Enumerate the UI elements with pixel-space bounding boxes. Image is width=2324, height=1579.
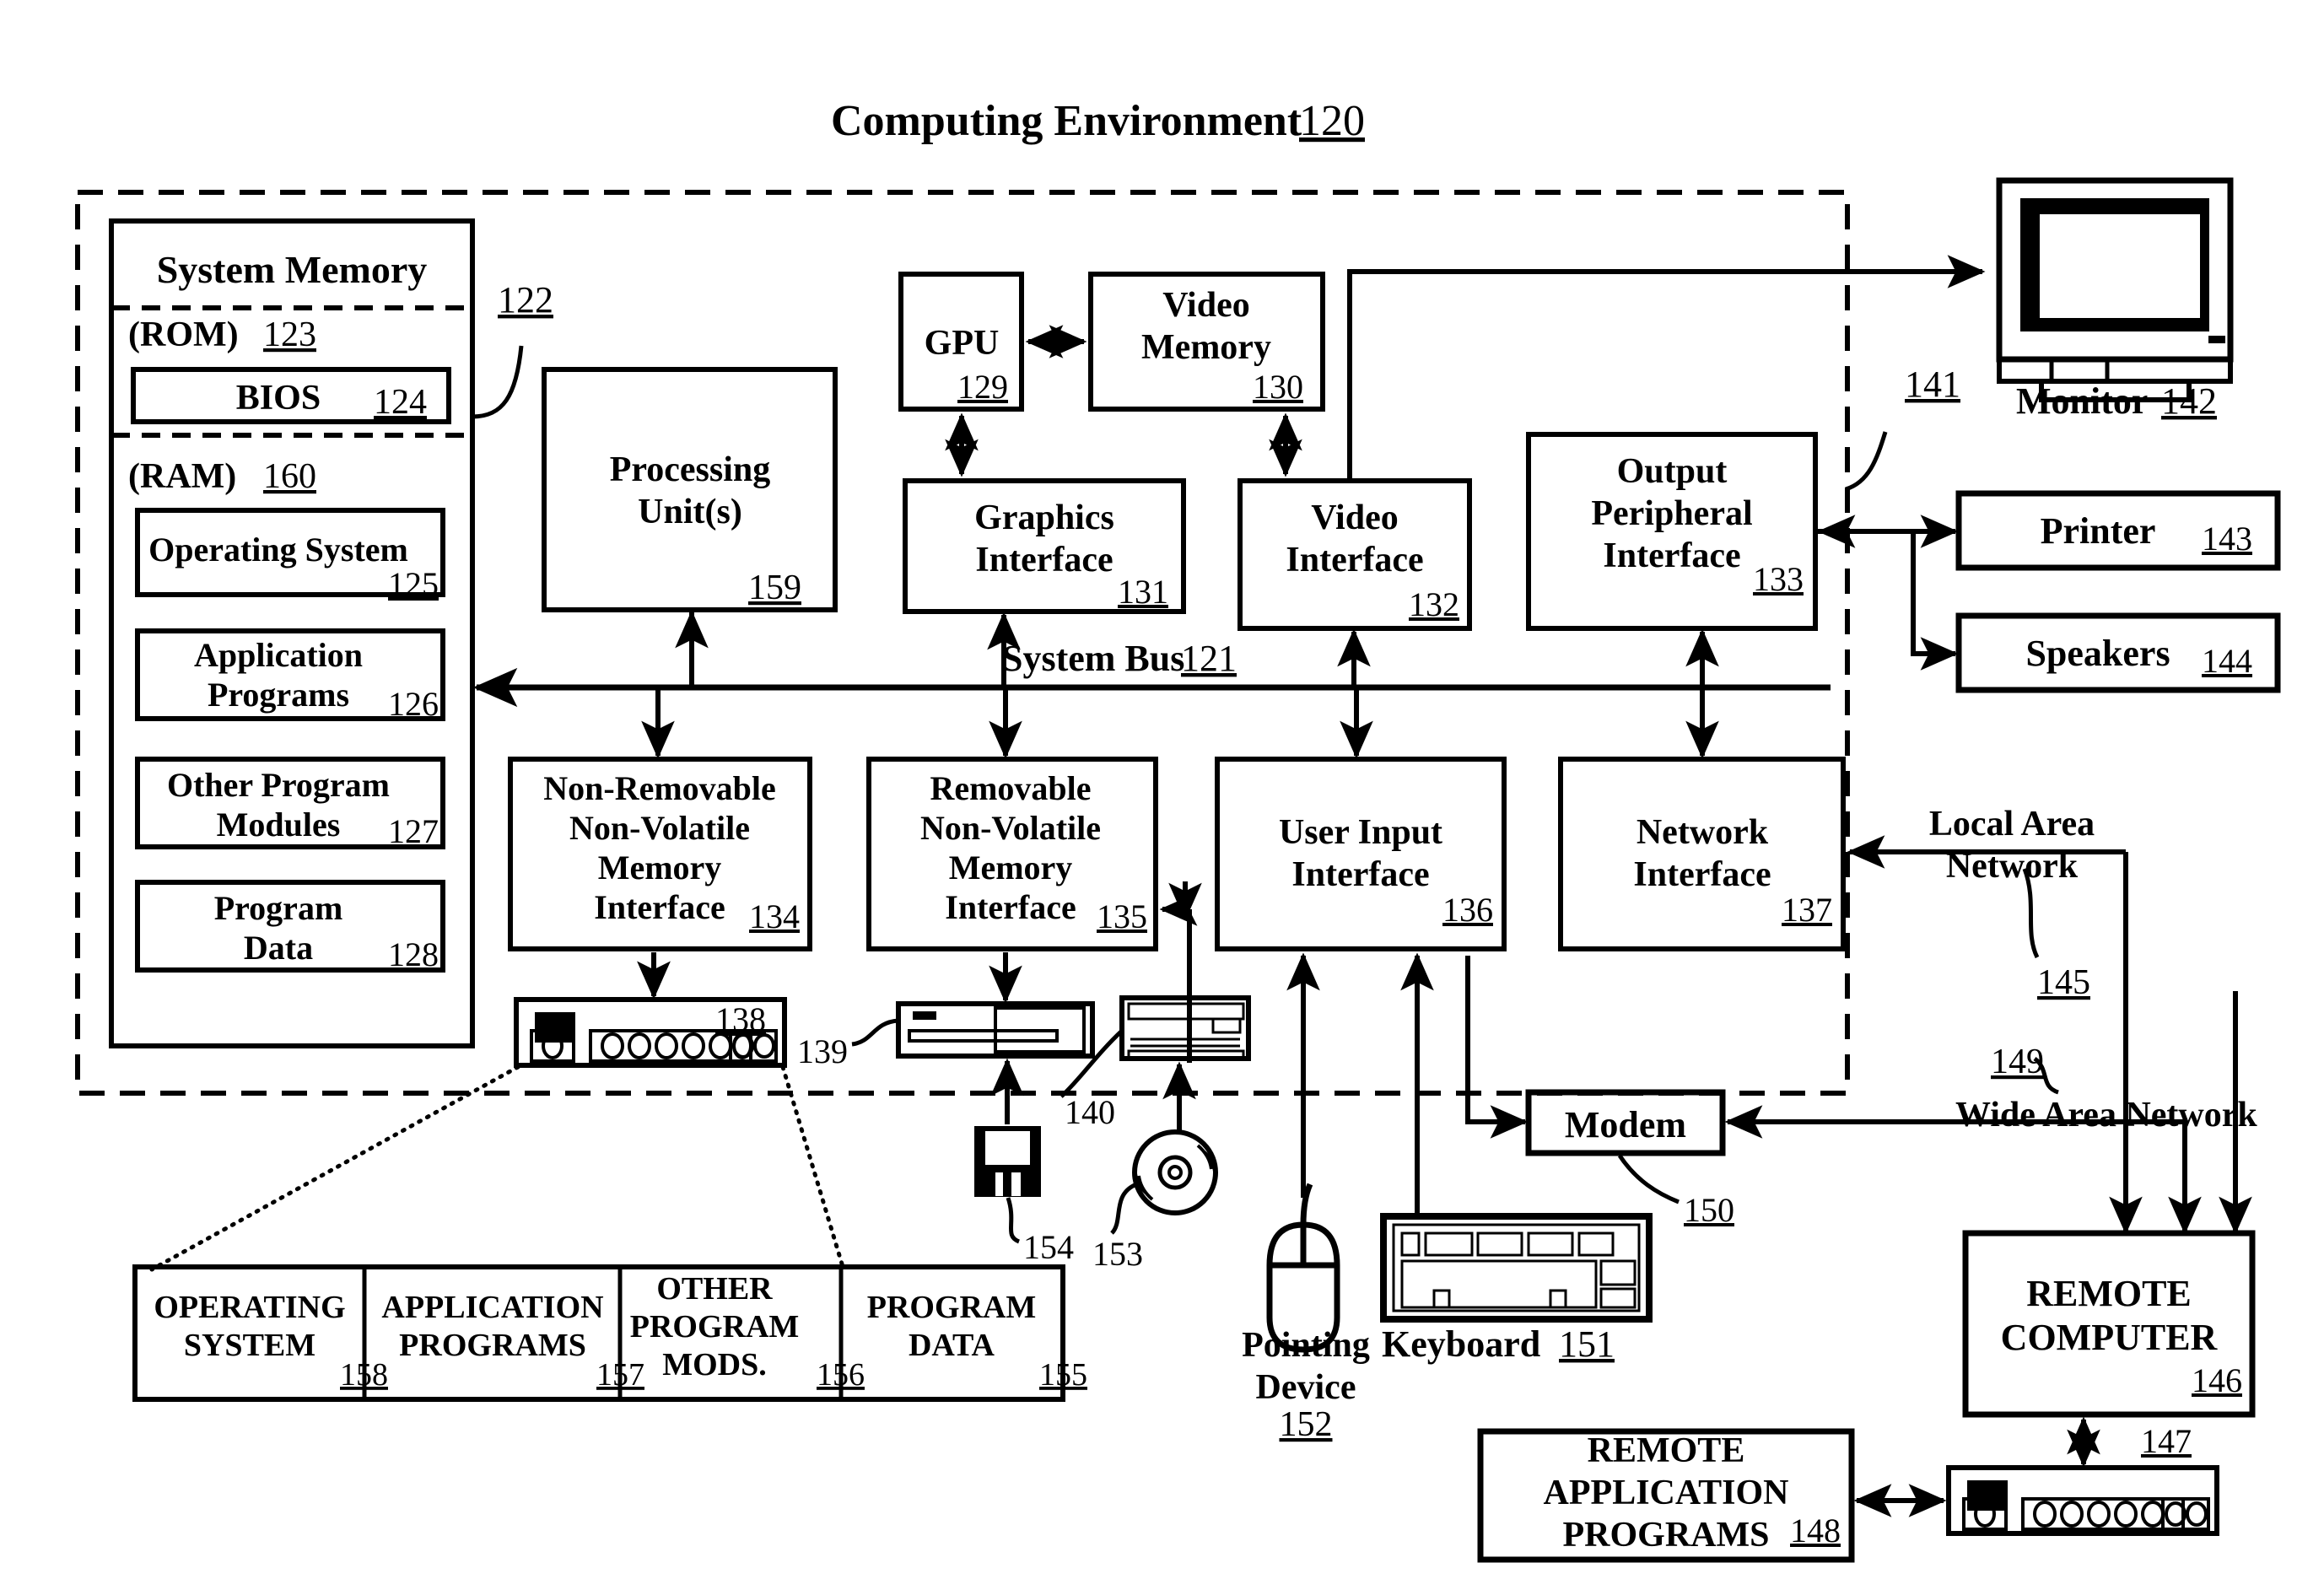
speakers-ref: 144 (2202, 642, 2252, 680)
remote-drive-ref: 147 (2141, 1422, 2192, 1460)
other-program-modules-label: Other Program Modules (167, 766, 390, 843)
pointing-device-label: Pointing Device (1242, 1326, 1370, 1407)
disk-contents-ref-2: 156 (817, 1357, 865, 1393)
program-data-label: Program Data (214, 889, 343, 967)
figure-text: Computing Environment 120 System Memory … (128, 97, 2257, 1555)
keyboard-ref: 151 (1559, 1323, 1615, 1365)
remote-application-programs-ref: 148 (1790, 1512, 1841, 1549)
gpu-label: GPU (925, 324, 1000, 363)
printer-ref: 143 (2202, 520, 2252, 558)
network-interface-label: Network Interface (1633, 813, 1771, 894)
remote-application-programs-label: REMOTE APPLICATION PROGRAMS (1544, 1431, 1789, 1555)
monitor-ref: 142 (2161, 380, 2217, 422)
gpu-ref: 129 (957, 368, 1008, 406)
disk-contents-ref-1: 157 (596, 1357, 644, 1393)
video-interface-label: Video Interface (1286, 498, 1423, 579)
lan-label: Local Area Network (1929, 805, 2095, 886)
speakers-label: Speakers (2025, 633, 2170, 674)
operating-system-label: Operating System (148, 531, 408, 569)
output-peripheral-interface-label: Output Peripheral Interface (1591, 452, 1752, 575)
ram-label: (RAM) (128, 457, 236, 496)
output-peripheral-interface-ref: 133 (1753, 560, 1804, 598)
disk-contents-label-3: PROGRAM DATA (867, 1290, 1037, 1363)
other-program-modules-ref: 127 (388, 812, 439, 850)
disk-contents-label-1: APPLICATION PROGRAMS (381, 1290, 603, 1363)
rom-ref: 123 (263, 315, 316, 354)
disk-contents-label-2: OTHER PROGRAM MODS. (630, 1271, 800, 1382)
network-interface-ref: 137 (1782, 891, 1832, 929)
user-input-interface-ref: 136 (1442, 891, 1493, 929)
hard-drive-ref: 138 (715, 1000, 766, 1038)
system-memory-heading: System Memory (157, 248, 428, 291)
removable-interface-label: Removable Non-Volatile Memory Interface (920, 769, 1101, 926)
floppy-disk-ref: 154 (1023, 1228, 1074, 1266)
keyboard-label: Keyboard (1382, 1323, 1540, 1365)
non-removable-interface-label: Non-Removable Non-Volatile Memory Interface (543, 769, 776, 926)
ref-122: 122 (498, 279, 553, 321)
processing-unit-ref: 159 (748, 569, 801, 607)
graphics-interface-label: Graphics Interface (974, 498, 1114, 579)
remote-computer-ref: 146 (2192, 1361, 2242, 1399)
wan-label: Wide Area Network (1955, 1096, 2257, 1134)
system-bus-label: System Bus (1002, 638, 1184, 679)
disk-contents-label-0: OPERATING SYSTEM (154, 1290, 345, 1363)
lan-ref: 145 (2037, 963, 2090, 1002)
figure-title: Computing Environment (831, 97, 1302, 145)
modem-ref: 150 (1684, 1191, 1734, 1229)
system-bus-ref: 121 (1181, 638, 1237, 679)
printer-label: Printer (2041, 510, 2156, 552)
ram-ref: 160 (263, 457, 316, 496)
application-programs-label: Application Programs (194, 636, 363, 714)
floppy-drive-ref: 139 (797, 1032, 848, 1070)
patent-figure-canvas: Computing Environment 120 System Memory … (0, 0, 2324, 1579)
pointing-device-ref: 152 (1280, 1405, 1333, 1444)
operating-system-ref: 125 (388, 565, 439, 603)
removable-interface-ref: 135 (1097, 897, 1147, 935)
processing-unit-label: Processing Unit(s) (610, 450, 771, 531)
disk-contents-ref-3: 155 (1039, 1357, 1087, 1393)
modem-label: Modem (1565, 1104, 1686, 1145)
monitor-label: Monitor (2016, 380, 2148, 422)
bios-ref: 124 (374, 383, 427, 422)
optical-drive-ref: 140 (1065, 1093, 1115, 1131)
disk-contents-ref-0: 158 (340, 1357, 388, 1393)
user-input-interface-label: User Input Interface (1279, 813, 1442, 894)
bios-label: BIOS (236, 379, 321, 418)
video-memory-label: Video Memory (1141, 286, 1271, 367)
rom-label: (ROM) (128, 315, 239, 354)
figure-title-ref: 120 (1299, 97, 1365, 145)
monitor-leader-ref: 141 (1905, 364, 1960, 405)
graphics-interface-ref: 131 (1118, 573, 1168, 611)
remote-computer-label: REMOTE COMPUTER (2001, 1273, 2219, 1358)
video-memory-ref: 130 (1253, 368, 1303, 406)
program-data-ref: 128 (388, 935, 439, 973)
video-interface-ref: 132 (1409, 585, 1459, 623)
wan-ref: 149 (1991, 1043, 2044, 1081)
application-programs-ref: 126 (388, 685, 439, 723)
optical-disc-ref: 153 (1092, 1235, 1143, 1273)
non-removable-interface-ref: 134 (749, 897, 800, 935)
